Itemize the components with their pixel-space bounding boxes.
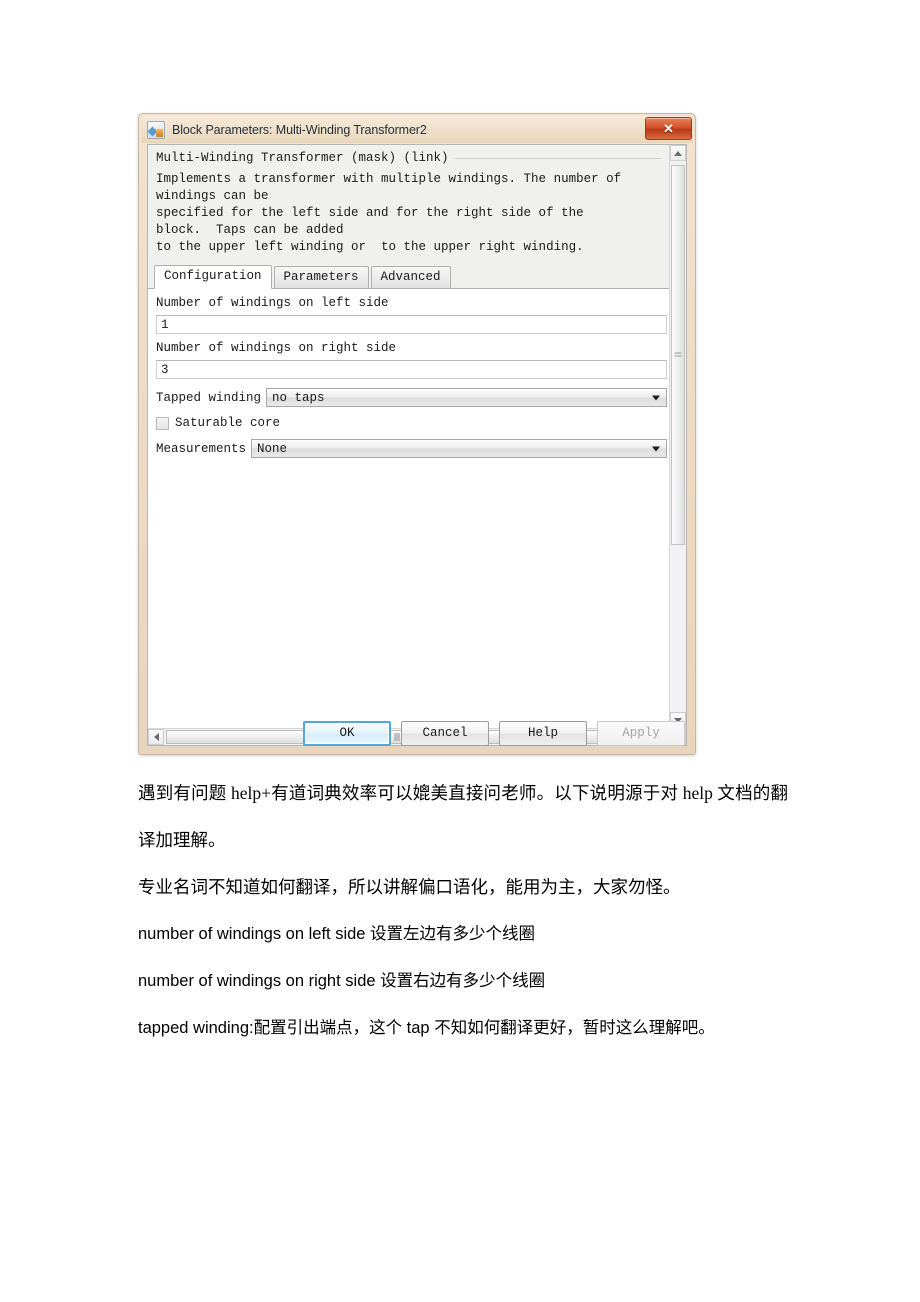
doc-paragraph-1: 遇到有问题 help+有道词典效率可以媲美直接问老师。以下说明源于对 help … [138,783,788,850]
simulink-block-icon [147,120,165,139]
doc-paragraph-4: number of windings on right side 设置右边有多少… [138,972,546,990]
help-button[interactable]: Help [499,720,587,746]
triangle-up-icon [674,150,682,156]
dialog-button-bar: OK Cancel Help Apply [147,718,687,748]
block-parameters-dialog: Block Parameters: Multi-Winding Transfor… [138,113,696,755]
tapped-winding-select[interactable]: no taps [266,388,667,407]
tab-configuration[interactable]: Configuration [154,265,272,289]
scroll-up-button[interactable] [670,145,686,161]
document-body: 遇到有问题 help+有道词典效率可以媲美直接问老师。以下说明源于对 help … [138,770,788,1052]
saturable-core-checkbox[interactable] [156,416,169,430]
vertical-scroll-thumb[interactable] [671,165,685,545]
dialog-title-bar[interactable]: Block Parameters: Multi-Winding Transfor… [141,116,693,143]
tapped-winding-row: Tapped winding no taps [148,388,669,407]
dialog-title: Block Parameters: Multi-Winding Transfor… [172,122,427,137]
cancel-button-label: Cancel [422,726,468,740]
left-windings-input[interactable]: 1 [156,315,667,334]
vertical-scroll-track[interactable] [670,161,686,712]
block-description-group: Multi-Winding Transformer (mask) (link) … [148,145,669,266]
doc-paragraph-3: number of windings on left side 设置左边有多少个… [138,925,536,943]
measurements-value: None [257,441,288,456]
ok-button[interactable]: OK [303,720,391,746]
dialog-scroll-pane: Multi-Winding Transformer (mask) (link) … [148,145,686,728]
saturable-core-label: Saturable core [175,416,281,430]
doc-paragraph-2: 专业名词不知道如何翻译，所以讲解偏口语化，能用为主，大家勿怪。 [138,877,681,897]
measurements-label: Measurements [156,441,247,456]
left-windings-label: Number of windings on left side [156,296,389,310]
right-windings-label: Number of windings on right side [156,341,397,355]
tab-advanced[interactable]: Advanced [370,266,451,288]
help-button-label: Help [527,726,558,740]
right-windings-input[interactable]: 3 [156,360,667,379]
dialog-pane-content: Multi-Winding Transformer (mask) (link) … [148,145,669,728]
chevron-down-icon [652,395,660,400]
vertical-scrollbar[interactable] [669,145,686,728]
dialog-client-area: Multi-Winding Transformer (mask) (link) … [147,144,687,746]
ok-button-label: OK [339,726,355,740]
apply-button: Apply [597,720,685,746]
chevron-down-icon [652,446,660,451]
group-divider [454,157,661,159]
tapped-winding-value: no taps [272,390,325,405]
block-description-text: Implements a transformer with multiple w… [156,172,622,254]
tab-strip: Configuration Parameters Advanced [148,265,669,289]
tab-parameters[interactable]: Parameters [273,266,369,288]
configuration-form: Number of windings on left side 1 Number… [148,289,669,458]
group-title-row: Multi-Winding Transformer (mask) (link) [156,149,661,171]
close-button[interactable]: ✕ [645,117,692,140]
tapped-winding-label: Tapped winding [156,390,262,405]
cancel-button[interactable]: Cancel [401,720,489,746]
measurements-row: Measurements None [148,439,669,458]
saturable-core-row[interactable]: Saturable core [148,416,669,430]
group-title: Multi-Winding Transformer (mask) (link) [156,151,449,165]
close-icon: ✕ [663,121,674,136]
doc-paragraph-5: tapped winding:配置引出端点，这个 tap 不知如何翻译更好，暂时… [138,1019,715,1037]
apply-button-label: Apply [622,726,660,740]
measurements-select[interactable]: None [251,439,667,458]
